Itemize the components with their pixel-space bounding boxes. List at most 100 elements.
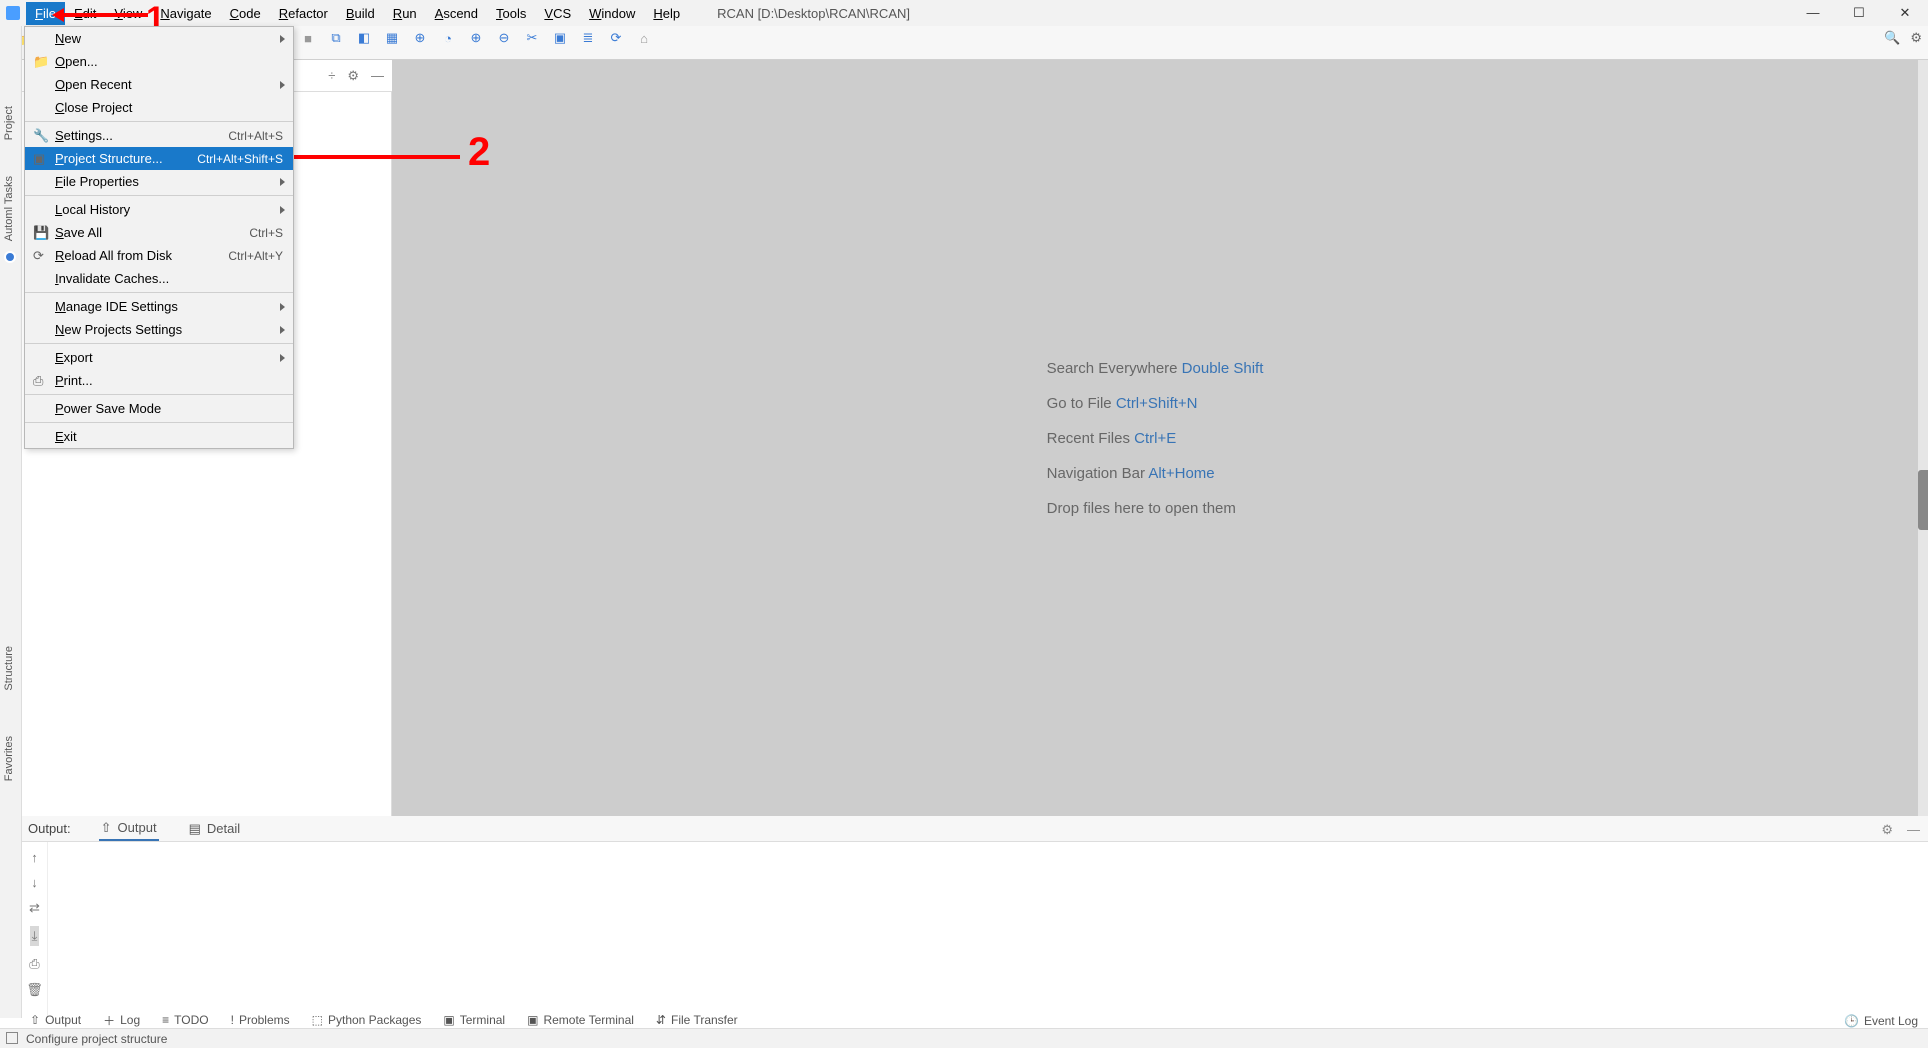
- up-icon[interactable]: ↑: [31, 850, 38, 865]
- right-gutter: [1918, 60, 1928, 816]
- file-menu-invalidate-caches[interactable]: Invalidate Caches...: [25, 267, 293, 290]
- file-menu-new[interactable]: New: [25, 27, 293, 50]
- output-label: Output:: [28, 821, 71, 836]
- output-tab[interactable]: ⇧ Output: [99, 817, 159, 841]
- tb-icon-6[interactable]: ⊕: [468, 30, 484, 46]
- menu-tools[interactable]: Tools: [487, 2, 535, 25]
- tb-icon-7[interactable]: ⊖: [496, 30, 512, 46]
- menu-refactor[interactable]: Refactor: [270, 2, 337, 25]
- editor-hint: Recent Files Ctrl+E: [1047, 430, 1177, 447]
- tab-icon: ≡: [162, 1013, 169, 1027]
- tb-icon-9[interactable]: ▣: [552, 30, 568, 46]
- app-icon: [6, 6, 20, 20]
- bottom-tool-tabs: ⇧Output ＋Log ≡TODO !Problems ⬚Python Package…: [22, 1012, 1928, 1028]
- bottom-tab-todo[interactable]: ≡TODO: [162, 1013, 208, 1027]
- menu-run[interactable]: Run: [384, 2, 426, 25]
- file-menu-project-structure[interactable]: ▣Project Structure...Ctrl+Alt+Shift+S: [25, 147, 293, 170]
- file-menu-save-all[interactable]: 💾Save AllCtrl+S: [25, 221, 293, 244]
- stop-icon[interactable]: ■: [300, 30, 316, 46]
- file-menu-dropdown[interactable]: New📁Open...Open RecentClose Project 🔧Sett…: [24, 26, 294, 449]
- minimize-button[interactable]: —: [1790, 0, 1836, 26]
- detail-tab[interactable]: ▤ Detail: [187, 818, 243, 840]
- maximize-button[interactable]: ☐: [1836, 0, 1882, 26]
- menu-window[interactable]: Window: [580, 2, 644, 25]
- panel-hide-icon[interactable]: —: [371, 68, 384, 83]
- file-menu-reload-all-from-disk[interactable]: ⟳Reload All from DiskCtrl+Alt+Y: [25, 244, 293, 267]
- editor-hint: Go to File Ctrl+Shift+N: [1047, 395, 1198, 412]
- annotation-arrow-1: [62, 13, 148, 17]
- bottom-tab-terminal[interactable]: ▣Terminal: [443, 1013, 505, 1027]
- favorites-tool[interactable]: Favorites: [3, 736, 15, 781]
- tb-icon-12[interactable]: ⌂: [636, 30, 652, 46]
- bottom-tab-file-transfer[interactable]: ⇵File Transfer: [656, 1013, 738, 1027]
- editor-hint: Drop files here to open them: [1047, 500, 1236, 517]
- shortcut-link: Double Shift: [1182, 360, 1264, 377]
- tab-icon: !: [231, 1013, 234, 1027]
- menu-build[interactable]: Build: [337, 2, 384, 25]
- left-tool-strip: Project Automl Tasks Structure Favorites: [0, 26, 22, 1018]
- editor-hint: Navigation Bar Alt+Home: [1047, 465, 1215, 482]
- menu-bar: FileEditViewNavigateCodeRefactorBuildRun…: [0, 0, 1928, 26]
- tb-icon-11[interactable]: ⟳: [608, 30, 624, 46]
- structure-tool[interactable]: Structure: [3, 646, 15, 691]
- file-menu-open-recent[interactable]: Open Recent: [25, 73, 293, 96]
- file-menu-open[interactable]: 📁Open...: [25, 50, 293, 73]
- window-controls: — ☐ ✕: [1790, 0, 1928, 26]
- file-menu-exit[interactable]: Exit: [25, 425, 293, 448]
- trash-icon[interactable]: 🗑: [26, 982, 43, 998]
- tb-icon-2[interactable]: ◧: [356, 30, 372, 46]
- file-menu-new-projects-settings[interactable]: New Projects Settings: [25, 318, 293, 341]
- status-text: Configure project structure: [26, 1032, 167, 1046]
- select-opened-icon[interactable]: ÷: [328, 68, 335, 83]
- menu-code[interactable]: Code: [221, 2, 270, 25]
- menu-vcs[interactable]: VCS: [535, 2, 580, 25]
- automl-tasks-tool[interactable]: Automl Tasks: [3, 176, 15, 241]
- file-menu-settings[interactable]: 🔧Settings...Ctrl+Alt+S: [25, 124, 293, 147]
- file-menu-close-project[interactable]: Close Project: [25, 96, 293, 119]
- tb-icon-5[interactable]: ◔: [440, 30, 456, 46]
- search-icon[interactable]: 🔍: [1884, 30, 1900, 46]
- tab-icon: ⇧: [30, 1013, 40, 1027]
- close-button[interactable]: ✕: [1882, 0, 1928, 26]
- bottom-tab-remote-terminal[interactable]: ▣Remote Terminal: [527, 1013, 634, 1027]
- settings-icon[interactable]: ⚙: [1910, 30, 1922, 46]
- right-nub-icon: [1918, 470, 1928, 530]
- scroll-icon[interactable]: ⤓: [30, 926, 40, 946]
- output-body[interactable]: [48, 842, 1928, 1018]
- panel-settings-icon[interactable]: ⚙: [347, 68, 359, 84]
- shortcut-link: Ctrl+E: [1134, 430, 1176, 447]
- file-menu-file-properties[interactable]: File Properties: [25, 170, 293, 193]
- file-menu-power-save-mode[interactable]: Power Save Mode: [25, 397, 293, 420]
- tb-icon-4[interactable]: ⊕: [412, 30, 428, 46]
- tb-icon-1[interactable]: ⧉: [328, 30, 344, 46]
- tb-icon-10[interactable]: ≣: [580, 30, 596, 46]
- bottom-tab-python-packages[interactable]: ⬚Python Packages: [312, 1013, 422, 1027]
- output-gutter: ↑ ↓ ⇄ ⤓ ⎙ 🗑: [22, 842, 48, 1018]
- menu-ascend[interactable]: Ascend: [426, 2, 487, 25]
- tb-icon-8[interactable]: ✂: [524, 30, 540, 46]
- folder-icon: 📁: [33, 54, 47, 68]
- tb-icon-3[interactable]: ▦: [384, 30, 400, 46]
- automl-indicator-icon: [4, 251, 16, 263]
- file-menu-local-history[interactable]: Local History: [25, 198, 293, 221]
- wrench-icon: 🔧: [33, 128, 47, 142]
- file-menu-manage-ide-settings[interactable]: Manage IDE Settings: [25, 295, 293, 318]
- annotation-2: 2: [468, 130, 490, 175]
- output-settings-icon[interactable]: ⚙: [1881, 822, 1893, 838]
- file-menu-print[interactable]: ⎙Print...: [25, 369, 293, 392]
- print-icon[interactable]: ⎙: [29, 956, 39, 972]
- bottom-tab-log[interactable]: ＋Log: [103, 1012, 140, 1029]
- window-title: RCAN [D:\Desktop\RCAN\RCAN]: [717, 6, 910, 21]
- bottom-tab-output[interactable]: ⇧Output: [30, 1013, 81, 1027]
- status-icon[interactable]: [6, 1032, 18, 1044]
- bottom-tab-problems[interactable]: !Problems: [231, 1013, 290, 1027]
- menu-help[interactable]: Help: [644, 2, 689, 25]
- project-tool[interactable]: Project: [3, 106, 15, 140]
- down-icon[interactable]: ↓: [31, 875, 38, 890]
- event-log-tab[interactable]: 🕒 Event Log: [1844, 1014, 1918, 1028]
- output-hide-icon[interactable]: —: [1907, 822, 1920, 838]
- editor-empty-state[interactable]: Search Everywhere Double ShiftGo to File…: [392, 60, 1918, 816]
- wrap-icon[interactable]: ⇄: [29, 900, 40, 916]
- file-menu-export[interactable]: Export: [25, 346, 293, 369]
- save-icon: 💾: [33, 225, 47, 239]
